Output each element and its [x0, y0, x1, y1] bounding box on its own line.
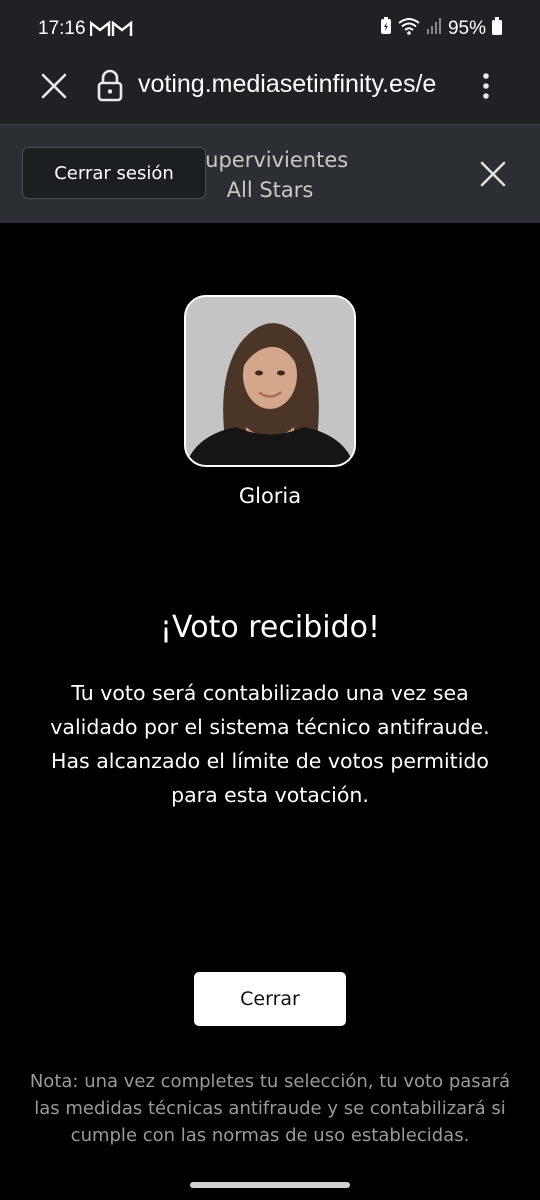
close-tab-icon[interactable]	[38, 70, 70, 102]
status-bar: 17:16 95%	[0, 0, 540, 60]
status-right-group: 95%	[380, 17, 502, 41]
battery-icon	[492, 17, 502, 41]
candidate-avatar	[184, 295, 356, 467]
close-icon[interactable]	[478, 159, 508, 189]
candidate-name: Gloria	[238, 484, 302, 508]
wifi-icon	[398, 17, 420, 41]
more-options-icon[interactable]	[478, 68, 494, 104]
footnote-text: Nota: una vez completes tu selección, tu…	[29, 1071, 511, 1146]
url-text[interactable]: voting.mediasetinfinity.es/e	[138, 70, 448, 104]
battery-percent: 95%	[447, 18, 486, 39]
logout-button[interactable]: Cerrar sesión	[22, 147, 206, 199]
browser-url-bar: voting.mediasetinfinity.es/e	[0, 60, 540, 124]
lock-icon[interactable]	[96, 68, 124, 104]
home-indicator[interactable]	[190, 1182, 350, 1188]
vote-received-message: Tu voto será contabilizado una vez sea v…	[50, 681, 490, 807]
gmail-notification-icon	[89, 20, 134, 43]
status-time: 17:16	[38, 18, 86, 39]
close-button[interactable]: Cerrar	[194, 972, 346, 1026]
vote-received-title: ¡Voto recibido!	[160, 610, 380, 645]
signal-icon	[426, 17, 442, 41]
app-header: Supervivientes All Stars Cerrar sesión	[0, 125, 540, 223]
battery-saver-icon	[380, 17, 392, 41]
